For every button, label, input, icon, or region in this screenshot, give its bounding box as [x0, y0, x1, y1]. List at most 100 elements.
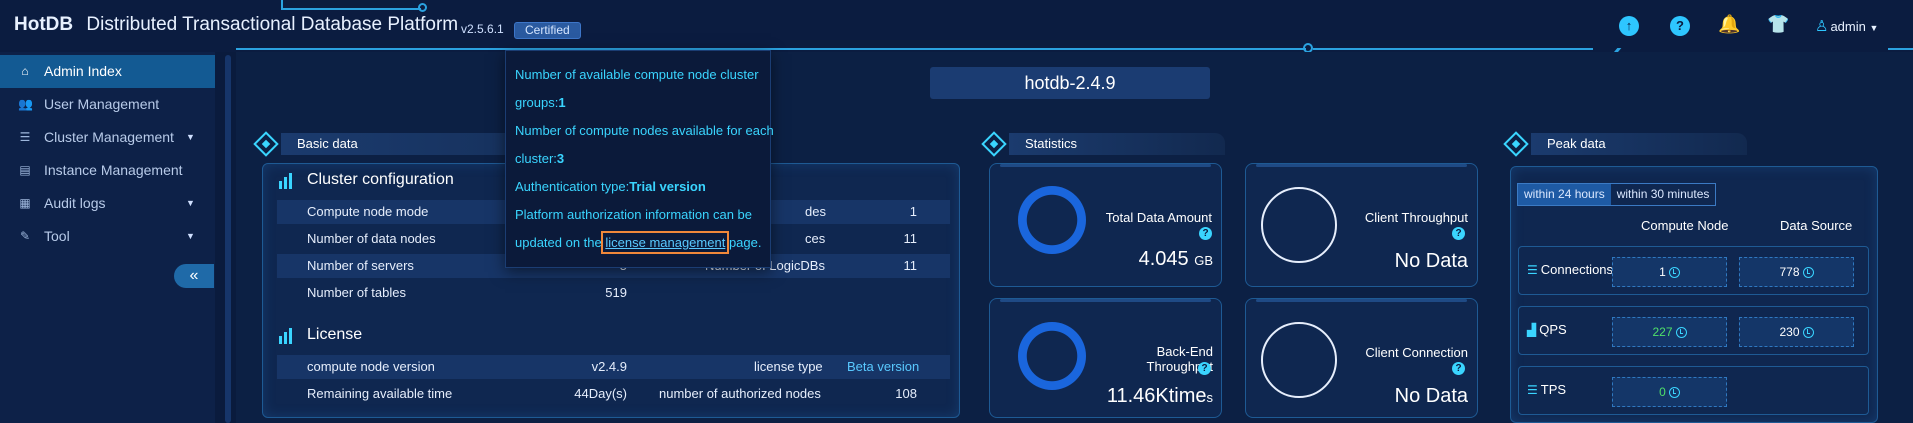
table-row: Remaining available time 44Day(s) number… [277, 382, 950, 406]
value-text: 1 [1659, 265, 1666, 279]
shirt-icon[interactable]: 👕 [1767, 14, 1789, 34]
row-label: Remaining available time [307, 386, 453, 401]
frame-line [1888, 48, 1913, 50]
stat-value: 11.46Ktimes [1100, 385, 1213, 408]
tab-30-minutes[interactable]: within 30 minutes [1611, 184, 1716, 205]
row-label-text: TPS [1540, 382, 1567, 397]
statistics-header: Statistics [981, 131, 1225, 157]
collapse-sidebar-button[interactable]: « [174, 264, 214, 288]
chevron-down-icon: ▼ [1869, 23, 1879, 33]
row-value: 11 [903, 231, 918, 246]
sidebar-item-label: User Management [44, 96, 160, 112]
row-label-text: QPS [1539, 322, 1567, 337]
help-icon[interactable]: ? [1670, 16, 1690, 36]
stat-unit: GB [1194, 253, 1213, 268]
help-glyph: ? [1199, 227, 1212, 241]
stat-label-text: Total Data Amount [1105, 210, 1212, 225]
row-label: Number of data nodes [307, 231, 436, 246]
tooltip-line: cluster:3 [515, 151, 564, 166]
bars-icon [279, 173, 293, 189]
value-text: 778 [1779, 265, 1800, 279]
platform-name: Distributed Transactional Database Platf… [86, 14, 459, 35]
cluster-configuration-title: Cluster configuration [307, 171, 454, 188]
sliders-icon: ☰ [1527, 263, 1538, 277]
help-icon[interactable]: ? [1452, 360, 1465, 378]
tooltip-text: Platform authorization information can b… [515, 207, 753, 222]
row-value: 44Day(s) [574, 386, 627, 401]
home-icon: ⌂ [21, 64, 29, 78]
section-title: Statistics [1025, 136, 1078, 151]
wrench-icon: ✎ [19, 229, 31, 243]
stat-number: No Data [1394, 250, 1468, 272]
peak-range-tabs: within 24 hours within 30 minutes [1517, 183, 1717, 206]
card-strip [1000, 164, 1211, 167]
username: admin [1830, 19, 1866, 34]
value-text: 0 [1659, 385, 1666, 399]
sidebar-item-instance-management[interactable]: ▤ Instance Management [0, 154, 215, 187]
sidebar-item-tool[interactable]: ✎ Tool ▼ [0, 220, 215, 253]
help-icon[interactable]: ? [1198, 360, 1211, 378]
row-label: ☰ Connections [1527, 262, 1613, 277]
stat-value: No Data [1340, 385, 1468, 408]
sidebar-item-cluster-management[interactable]: ☰ Cluster Management ▼ [0, 121, 215, 154]
upload-icon[interactable]: ↑ [1619, 16, 1639, 36]
stat-label-text: Client Throughput [1364, 210, 1468, 225]
cluster-tab[interactable]: hotdb-2.4.9 [930, 67, 1210, 99]
help-icon[interactable]: ? [1199, 225, 1212, 243]
peak-data-header: Peak data [1503, 131, 1747, 157]
stat-label-text: Client Connection [1365, 345, 1468, 360]
license-type-value: Beta version [847, 359, 920, 374]
clock-icon [1675, 327, 1687, 339]
peak-row-qps: ▟ QPS 227 230 [1518, 306, 1869, 355]
tooltip-text: groups: [515, 95, 559, 110]
tab-24-hours[interactable]: within 24 hours [1518, 184, 1611, 205]
sidebar-item-label: Cluster Management [44, 129, 174, 145]
chevron-down-icon: ▼ [186, 132, 195, 142]
tooltip-text: Number of compute nodes available for ea… [515, 123, 774, 138]
peak-value[interactable]: 227 [1612, 317, 1727, 347]
card-strip [1000, 299, 1211, 302]
tooltip-line: Number of available compute node cluster [515, 67, 759, 82]
row-label: Number of servers [307, 258, 414, 273]
sidebar-item-audit-logs[interactable]: ▦ Audit logs ▼ [0, 187, 215, 220]
row-label: ▟ QPS [1527, 322, 1567, 337]
help-glyph: ? [1198, 362, 1211, 376]
donut-chart [1018, 186, 1086, 254]
peak-value[interactable]: 0 [1612, 377, 1727, 407]
row-label: ☰ TPS [1527, 382, 1566, 397]
tooltip-text: updated on the [515, 235, 606, 250]
tooltip-value: Trial version [629, 179, 706, 194]
diamond-icon [981, 131, 1007, 157]
peak-row-connections: ☰ Connections 1 778 [1518, 246, 1869, 295]
row-value: 1 [909, 204, 917, 219]
sidebar-item-admin-index[interactable]: ⌂ Admin Index [0, 55, 215, 88]
row-value: v2.4.9 [591, 359, 627, 374]
chart-icon: ▟ [1527, 323, 1537, 337]
certified-badge[interactable]: Certified [514, 22, 581, 39]
table-row: compute node version v2.4.9 license type… [277, 355, 950, 379]
peak-row-tps: ☰ TPS 0 [1518, 366, 1869, 415]
card-strip [1256, 299, 1467, 302]
tooltip-text: page. [725, 235, 762, 250]
sidebar-scrollbar[interactable] [225, 55, 231, 423]
stat-label: Client Throughput [1340, 210, 1468, 225]
stat-label: Total Data Amount [1095, 210, 1212, 225]
peak-value[interactable]: 778 [1739, 257, 1854, 287]
app-title: HotDB Distributed Transactional Database… [14, 14, 458, 36]
deco-line [281, 8, 421, 10]
peak-value[interactable]: 230 [1739, 317, 1854, 347]
help-icon[interactable]: ? [1452, 225, 1465, 243]
license-management-link[interactable]: license management [601, 231, 730, 254]
peak-value[interactable]: 1 [1612, 257, 1727, 287]
clock-icon [1668, 387, 1680, 399]
sidebar-item-label: Audit logs [44, 195, 106, 211]
bell-icon[interactable]: 🔔 [1718, 14, 1740, 34]
tooltip-value: 3 [556, 151, 565, 166]
user-menu[interactable]: ♙ admin ▼ [1815, 17, 1878, 35]
sidebar-item-user-management[interactable]: 👥 User Management [0, 88, 215, 121]
tooltip-line: Number of compute nodes available for ea… [515, 123, 774, 138]
tooltip-text: Authentication type: [515, 179, 630, 194]
deco-dot [418, 3, 427, 12]
donut-chart [1018, 322, 1086, 390]
stat-label: Client Connection [1340, 345, 1468, 360]
